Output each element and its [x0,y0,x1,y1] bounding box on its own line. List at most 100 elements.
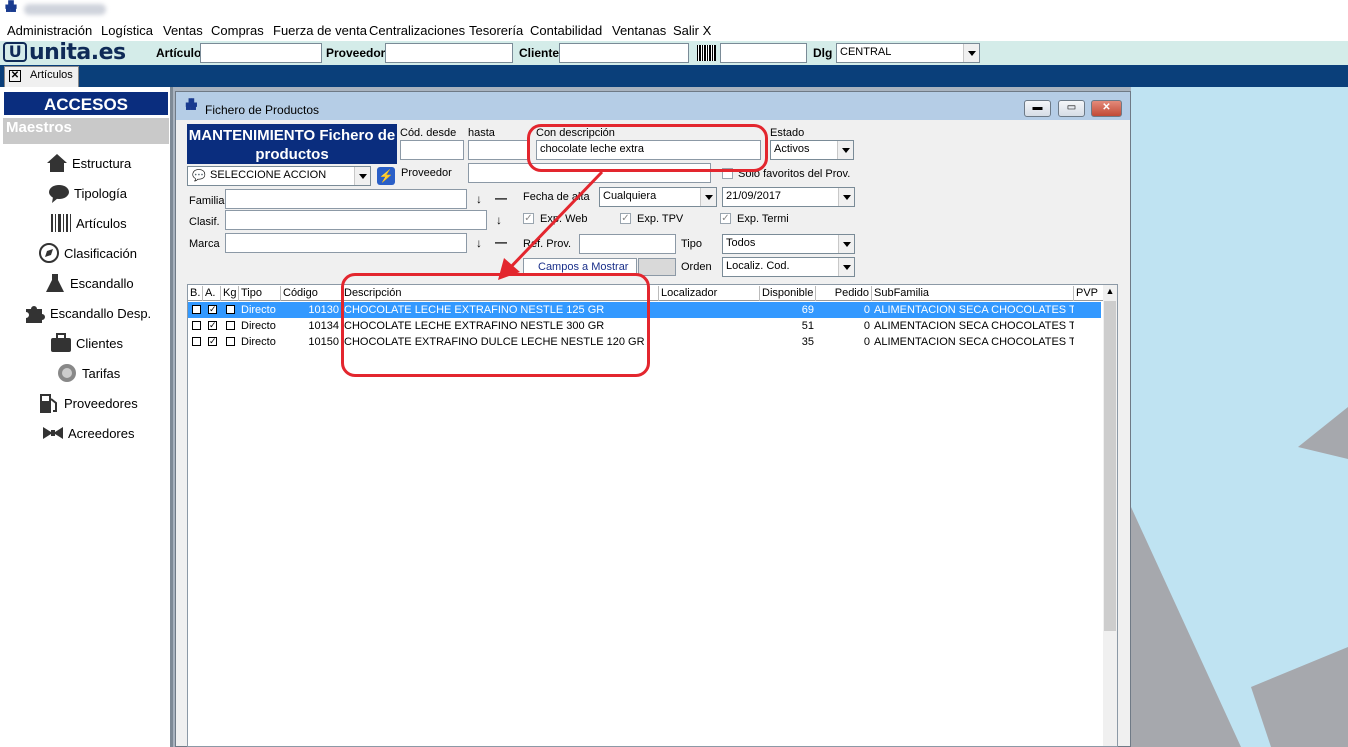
tipo-select[interactable]: Todos [722,234,855,254]
sidebar-item-clasificacion[interactable]: Clasificación [38,241,137,265]
cod-desde-input[interactable] [400,140,464,160]
menu-salir[interactable]: Salir X [673,23,711,38]
row-a-checkbox[interactable]: ✓ [208,337,217,346]
barcode-icon[interactable] [697,45,716,61]
menu-compras[interactable]: Compras [211,23,264,38]
marca-input[interactable] [225,233,467,253]
articulo-input[interactable] [200,43,322,63]
row-a-checkbox[interactable]: ✓ [208,305,217,314]
row-b-checkbox[interactable] [192,305,201,314]
tab-articulos-label: Artículos [30,69,73,81]
row-kg-checkbox[interactable] [226,321,235,330]
sidebar-item-estructura[interactable]: Estructura [46,151,131,175]
cell-tipo: Directo [241,320,276,332]
col-header-kg[interactable]: Kg [221,286,239,301]
lightning-icon[interactable]: ⚡ [377,167,395,185]
house-icon [46,153,68,173]
fecha-alta-mode-select[interactable]: Cualquiera [599,187,717,207]
sidebar-item-escandallo[interactable]: Escandallo [44,271,134,295]
close-button[interactable]: ✕ [1091,100,1122,117]
col-header-pedido[interactable]: Pedido [816,286,872,301]
menu-administracion[interactable]: Administración [7,23,92,38]
menu-ventas[interactable]: Ventas [163,23,203,38]
dlg-label: Dlg [813,46,833,60]
menu-tesoreria[interactable]: Tesorería [469,23,523,38]
exp-termi-checkbox[interactable]: ✓ [720,213,731,224]
cell-tipo: Directo [241,336,276,348]
exp-termi-label: Exp. Termi [737,213,789,225]
articulo-label: Artículo [156,46,202,60]
clasif-input[interactable] [225,210,487,230]
col-header-b[interactable]: B. [188,286,203,301]
menu-logistica[interactable]: Logística [101,23,153,38]
cell-pedido: 0 [863,336,870,348]
app-icon: ▟▙ ▀▀ [5,2,17,16]
sidebar-item-tipologia[interactable]: Tipología [48,181,127,205]
cell-subfamilia: ALIMENTACION SECA CHOCOLATES TA [874,336,1074,348]
col-header-a[interactable]: A. [203,286,221,301]
scrollbar-thumb[interactable] [1104,301,1116,631]
annotation-results-highlight [341,273,650,377]
proveedor-input[interactable] [385,43,513,63]
minimize-button[interactable]: ▬ [1024,100,1051,117]
clasif-label: Clasif. [189,216,220,228]
cell-subfamilia: ALIMENTACION SECA CHOCOLATES TA [874,304,1074,316]
familia-input[interactable] [225,189,467,209]
maximize-button[interactable]: ▭ [1058,100,1085,117]
chevron-down-icon [700,188,716,206]
close-icon[interactable]: ✕ [9,70,21,82]
sidebar-item-acreedores[interactable]: Acreedores [42,421,134,445]
row-b-checkbox[interactable] [192,337,201,346]
window-title-bar[interactable] [176,92,1130,120]
estado-select[interactable]: Activos [770,140,854,160]
row-kg-checkbox[interactable] [226,305,235,314]
menu-contabilidad[interactable]: Contabilidad [530,23,602,38]
sidebar-item-label: Escandallo Desp. [50,305,152,321]
barcode-input[interactable] [720,43,807,63]
cliente-input[interactable] [559,43,689,63]
arrow-down-icon[interactable]: ↓ [476,236,482,250]
speech-bubble-icon [48,183,70,203]
menu-ventanas[interactable]: Ventanas [612,23,666,38]
bowtie-icon [42,423,64,443]
row-kg-checkbox[interactable] [226,337,235,346]
menu-centralizaciones[interactable]: Centralizaciones [369,23,465,38]
fecha-alta-date-picker[interactable]: 21/09/2017 [722,187,855,207]
fuel-pump-icon [38,393,60,413]
tipo-label: Tipo [681,238,702,250]
cell-localizador [661,318,758,334]
row-b-checkbox[interactable] [192,321,201,330]
sidebar-item-clientes[interactable]: Clientes [50,331,123,355]
sidebar-item-tarifas[interactable]: Tarifas [56,361,120,385]
dlg-select[interactable]: CENTRAL [836,43,980,63]
col-header-pvp[interactable]: PVP [1074,286,1103,301]
flask-icon [44,273,66,293]
scroll-up-icon[interactable]: ▲ [1104,286,1116,300]
col-header-subfamilia[interactable]: SubFamilia [872,286,1074,301]
window-app-icon: ▟▙ ▀▀ [186,100,197,114]
chevron-down-icon [838,235,854,253]
hasta-input[interactable] [468,140,528,160]
quick-access-header: ACCESOS RAPIDOS [3,91,169,139]
cell-disponible: 51 [801,320,814,332]
sidebar-item-escandallo-desp[interactable]: Escandallo Desp. [24,301,151,325]
row-a-checkbox[interactable]: ✓ [208,321,217,330]
accion-select[interactable]: 💬 SELECCIONE ACCION [187,166,371,186]
cell-codigo: 10150 [308,336,339,348]
estado-label: Estado [770,127,805,139]
menu-fuerza-de-venta[interactable]: Fuerza de venta [273,23,367,38]
cliente-label: Cliente [519,46,560,60]
sidebar-item-articulos[interactable]: Artículos [50,211,127,235]
col-header-disponible[interactable]: Disponible [760,286,816,301]
exp-tpv-checkbox[interactable]: ✓ [620,213,631,224]
orden-select[interactable]: Localiz. Cod. [722,257,855,277]
orden-label: Orden [681,261,712,273]
col-header-tipo[interactable]: Tipo [239,286,281,301]
col-header-codigo[interactable]: Código [281,286,342,301]
arrow-down-icon[interactable]: ↓ [476,192,482,206]
annotation-arrow [498,170,604,280]
sidebar-item-proveedores[interactable]: Proveedores [38,391,138,415]
price-tag-icon [56,363,78,383]
col-header-localizador[interactable]: Localizador [659,286,760,301]
sidebar-item-label: Tarifas [82,365,121,381]
